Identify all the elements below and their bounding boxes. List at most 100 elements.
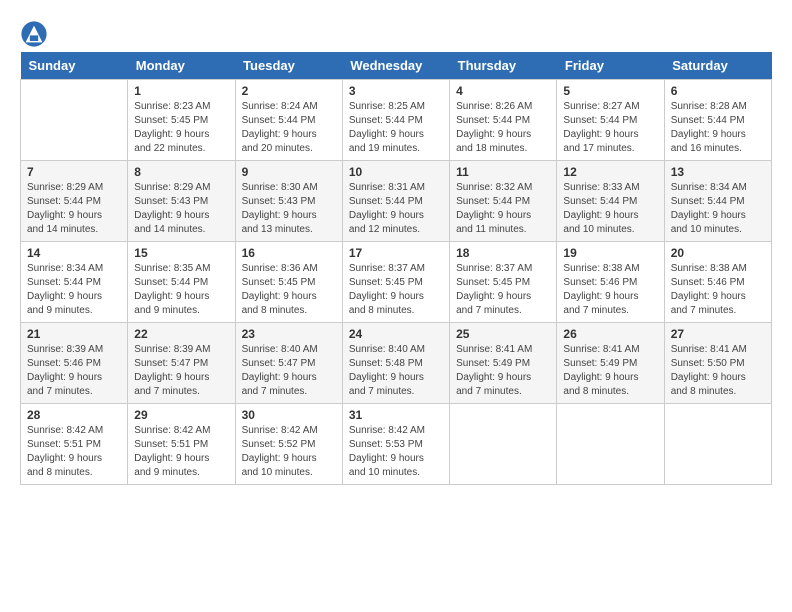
calendar-cell: 16 Sunrise: 8:36 AM Sunset: 5:45 PM Dayli…	[235, 242, 342, 323]
cell-details: Sunrise: 8:29 AM Sunset: 5:44 PM Dayligh…	[27, 181, 121, 237]
cell-details: Sunrise: 8:32 AM Sunset: 5:44 PM Dayligh…	[456, 181, 550, 237]
cell-details: Sunrise: 8:42 AM Sunset: 5:52 PM Dayligh…	[242, 424, 336, 480]
calendar-cell: 11Sunrise: 8:32 AM Sunset: 5:44 PM Dayli…	[450, 161, 557, 242]
day-number: 8	[134, 165, 228, 179]
cell-details: Sunrise: 8:25 AM Sunset: 5:44 PM Dayligh…	[349, 100, 443, 156]
week-row-2: 7 Sunrise: 8:29 AM Sunset: 5:44 PM Daylig…	[21, 161, 772, 242]
calendar-cell: 17 Sunrise: 8:37 AM Sunset: 5:45 PM Dayli…	[342, 242, 449, 323]
calendar-cell: 22 Sunrise: 8:39 AM Sunset: 5:47 PM Dayli…	[128, 323, 235, 404]
cell-details: Sunrise: 8:38 AM Sunset: 5:46 PM Dayligh…	[671, 262, 765, 318]
cell-details: Sunrise: 8:30 AM Sunset: 5:43 PM Dayligh…	[242, 181, 336, 237]
cell-details: Sunrise: 8:40 AM Sunset: 5:48 PM Dayligh…	[349, 343, 443, 399]
calendar-cell: 9 Sunrise: 8:30 AM Sunset: 5:43 PM Daylig…	[235, 161, 342, 242]
day-number: 19	[563, 246, 657, 260]
column-header-sunday: Sunday	[21, 52, 128, 80]
day-number: 17	[349, 246, 443, 260]
cell-details: Sunrise: 8:42 AM Sunset: 5:51 PM Dayligh…	[134, 424, 228, 480]
day-number: 16	[242, 246, 336, 260]
day-number: 13	[671, 165, 765, 179]
calendar-table: SundayMondayTuesdayWednesdayThursdayFrid…	[20, 52, 772, 485]
calendar-cell: 28Sunrise: 8:42 AM Sunset: 5:51 PM Dayli…	[21, 404, 128, 485]
calendar-cell	[664, 404, 771, 485]
day-number: 22	[134, 327, 228, 341]
day-number: 6	[671, 84, 765, 98]
cell-details: Sunrise: 8:39 AM Sunset: 5:46 PM Dayligh…	[27, 343, 121, 399]
calendar-cell: 2 Sunrise: 8:24 AM Sunset: 5:44 PM Daylig…	[235, 80, 342, 161]
day-number: 3	[349, 84, 443, 98]
day-number: 5	[563, 84, 657, 98]
cell-details: Sunrise: 8:24 AM Sunset: 5:44 PM Dayligh…	[242, 100, 336, 156]
calendar-cell: 25 Sunrise: 8:41 AM Sunset: 5:49 PM Dayli…	[450, 323, 557, 404]
cell-details: Sunrise: 8:38 AM Sunset: 5:46 PM Dayligh…	[563, 262, 657, 318]
calendar-cell	[557, 404, 664, 485]
day-number: 20	[671, 246, 765, 260]
calendar-cell: 4 Sunrise: 8:26 AM Sunset: 5:44 PM Daylig…	[450, 80, 557, 161]
cell-details: Sunrise: 8:34 AM Sunset: 5:44 PM Dayligh…	[671, 181, 765, 237]
cell-details: Sunrise: 8:28 AM Sunset: 5:44 PM Dayligh…	[671, 100, 765, 156]
cell-details: Sunrise: 8:39 AM Sunset: 5:47 PM Dayligh…	[134, 343, 228, 399]
cell-details: Sunrise: 8:35 AM Sunset: 5:44 PM Dayligh…	[134, 262, 228, 318]
calendar-cell: 31 Sunrise: 8:42 AM Sunset: 5:53 PM Dayli…	[342, 404, 449, 485]
calendar-cell: 12Sunrise: 8:33 AM Sunset: 5:44 PM Dayli…	[557, 161, 664, 242]
day-number: 10	[349, 165, 443, 179]
day-number: 29	[134, 408, 228, 422]
calendar-cell	[21, 80, 128, 161]
week-row-1: 1 Sunrise: 8:23 AM Sunset: 5:45 PM Daylig…	[21, 80, 772, 161]
calendar-cell: 20 Sunrise: 8:38 AM Sunset: 5:46 PM Dayli…	[664, 242, 771, 323]
calendar-cell: 7 Sunrise: 8:29 AM Sunset: 5:44 PM Daylig…	[21, 161, 128, 242]
cell-details: Sunrise: 8:42 AM Sunset: 5:53 PM Dayligh…	[349, 424, 443, 480]
cell-details: Sunrise: 8:27 AM Sunset: 5:44 PM Dayligh…	[563, 100, 657, 156]
day-number: 23	[242, 327, 336, 341]
column-header-monday: Monday	[128, 52, 235, 80]
column-header-wednesday: Wednesday	[342, 52, 449, 80]
cell-details: Sunrise: 8:23 AM Sunset: 5:45 PM Dayligh…	[134, 100, 228, 156]
day-number: 21	[27, 327, 121, 341]
day-number: 24	[349, 327, 443, 341]
calendar-cell: 10 Sunrise: 8:31 AM Sunset: 5:44 PM Dayli…	[342, 161, 449, 242]
day-number: 18	[456, 246, 550, 260]
calendar-header-row: SundayMondayTuesdayWednesdayThursdayFrid…	[21, 52, 772, 80]
calendar-cell: 29 Sunrise: 8:42 AM Sunset: 5:51 PM Dayli…	[128, 404, 235, 485]
calendar-cell: 14Sunrise: 8:34 AM Sunset: 5:44 PM Dayli…	[21, 242, 128, 323]
page-container: SundayMondayTuesdayWednesdayThursdayFrid…	[20, 20, 772, 485]
cell-details: Sunrise: 8:42 AM Sunset: 5:51 PM Dayligh…	[27, 424, 121, 480]
calendar-cell: 6 Sunrise: 8:28 AM Sunset: 5:44 PM Daylig…	[664, 80, 771, 161]
logo	[20, 20, 50, 48]
cell-details: Sunrise: 8:41 AM Sunset: 5:49 PM Dayligh…	[456, 343, 550, 399]
cell-details: Sunrise: 8:33 AM Sunset: 5:44 PM Dayligh…	[563, 181, 657, 237]
cell-details: Sunrise: 8:36 AM Sunset: 5:45 PM Dayligh…	[242, 262, 336, 318]
day-number: 7	[27, 165, 121, 179]
day-number: 2	[242, 84, 336, 98]
week-row-5: 28Sunrise: 8:42 AM Sunset: 5:51 PM Dayli…	[21, 404, 772, 485]
week-row-4: 21 Sunrise: 8:39 AM Sunset: 5:46 PM Dayli…	[21, 323, 772, 404]
cell-details: Sunrise: 8:37 AM Sunset: 5:45 PM Dayligh…	[349, 262, 443, 318]
calendar-cell: 24 Sunrise: 8:40 AM Sunset: 5:48 PM Dayli…	[342, 323, 449, 404]
day-number: 1	[134, 84, 228, 98]
column-header-tuesday: Tuesday	[235, 52, 342, 80]
calendar-cell: 27 Sunrise: 8:41 AM Sunset: 5:50 PM Dayli…	[664, 323, 771, 404]
day-number: 4	[456, 84, 550, 98]
day-number: 31	[349, 408, 443, 422]
calendar-cell: 8 Sunrise: 8:29 AM Sunset: 5:43 PM Daylig…	[128, 161, 235, 242]
cell-details: Sunrise: 8:41 AM Sunset: 5:50 PM Dayligh…	[671, 343, 765, 399]
day-number: 27	[671, 327, 765, 341]
column-header-friday: Friday	[557, 52, 664, 80]
calendar-cell: 21 Sunrise: 8:39 AM Sunset: 5:46 PM Dayli…	[21, 323, 128, 404]
calendar-cell: 18Sunrise: 8:37 AM Sunset: 5:45 PM Dayli…	[450, 242, 557, 323]
calendar-cell: 15 Sunrise: 8:35 AM Sunset: 5:44 PM Dayli…	[128, 242, 235, 323]
day-number: 26	[563, 327, 657, 341]
week-row-3: 14Sunrise: 8:34 AM Sunset: 5:44 PM Dayli…	[21, 242, 772, 323]
cell-details: Sunrise: 8:40 AM Sunset: 5:47 PM Dayligh…	[242, 343, 336, 399]
day-number: 9	[242, 165, 336, 179]
cell-details: Sunrise: 8:29 AM Sunset: 5:43 PM Dayligh…	[134, 181, 228, 237]
day-number: 15	[134, 246, 228, 260]
calendar-cell: 3 Sunrise: 8:25 AM Sunset: 5:44 PM Daylig…	[342, 80, 449, 161]
day-number: 14	[27, 246, 121, 260]
calendar-cell: 5 Sunrise: 8:27 AM Sunset: 5:44 PM Daylig…	[557, 80, 664, 161]
calendar-cell: 30Sunrise: 8:42 AM Sunset: 5:52 PM Dayli…	[235, 404, 342, 485]
day-number: 25	[456, 327, 550, 341]
column-header-thursday: Thursday	[450, 52, 557, 80]
cell-details: Sunrise: 8:26 AM Sunset: 5:44 PM Dayligh…	[456, 100, 550, 156]
cell-details: Sunrise: 8:31 AM Sunset: 5:44 PM Dayligh…	[349, 181, 443, 237]
cell-details: Sunrise: 8:41 AM Sunset: 5:49 PM Dayligh…	[563, 343, 657, 399]
